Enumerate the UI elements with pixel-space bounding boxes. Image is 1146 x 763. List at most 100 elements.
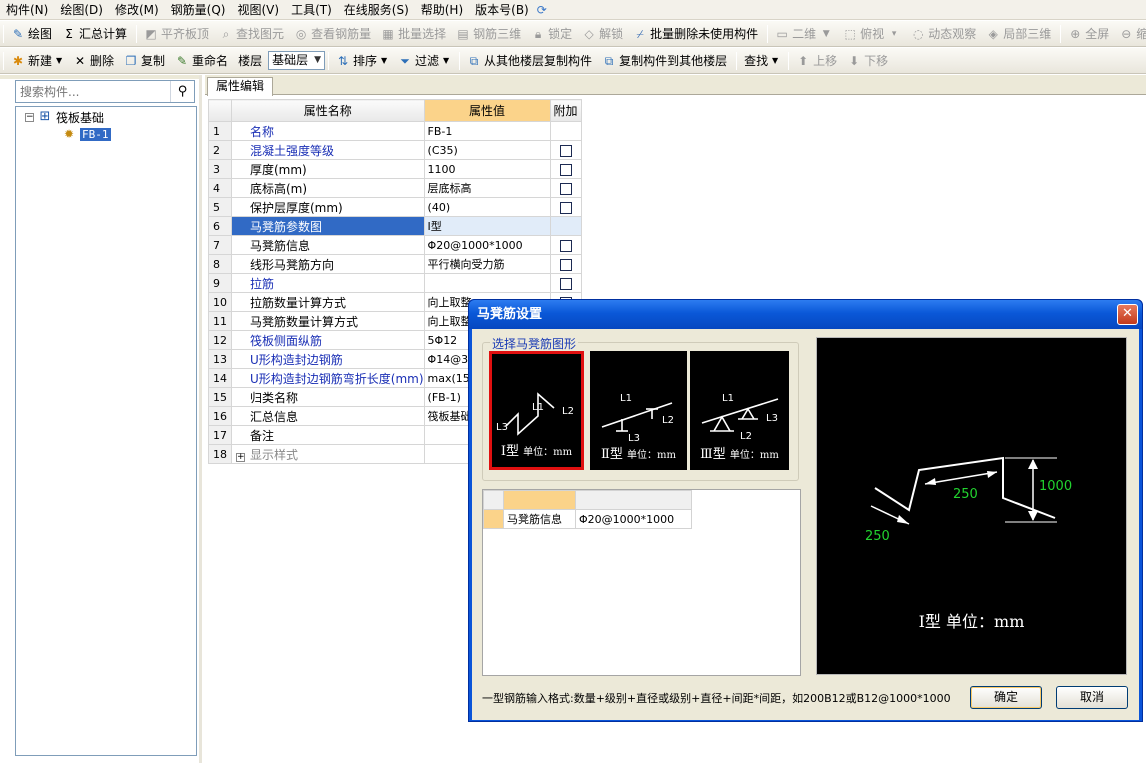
extra-checkbox[interactable]: [559, 163, 572, 176]
menu-version[interactable]: 版本号(B): [469, 0, 535, 19]
menu-view[interactable]: 视图(V): [231, 0, 285, 19]
unlock-label: 解锁: [599, 27, 624, 41]
fullscreen-button[interactable]: ⊕ 全屏: [1064, 23, 1113, 45]
menu-help[interactable]: 帮助(H): [415, 0, 469, 19]
unlock-button[interactable]: ◇ 解锁: [578, 23, 627, 45]
collapse-icon[interactable]: −: [25, 112, 34, 122]
unlock-icon: ◇: [584, 26, 594, 41]
rename-button[interactable]: ✎ 重命名: [171, 50, 232, 72]
dim-arrow-top: [924, 471, 998, 485]
menu-online-service[interactable]: 在线服务(S): [338, 0, 415, 19]
view-mode-select[interactable]: ▭ 二维 ▼: [771, 23, 837, 45]
floor-select[interactable]: 基础层 ▼: [268, 51, 326, 70]
table-row[interactable]: 马凳筋信息 Φ20@1000*1000: [483, 509, 692, 529]
move-up-button[interactable]: ⬆ 上移: [792, 50, 841, 72]
copy-from-floor-button[interactable]: ⧉ 从其他楼层复制构件: [463, 50, 596, 72]
pencil-icon: ✎: [12, 26, 24, 41]
arrow-down-icon: ⬇: [849, 53, 860, 68]
draw-button[interactable]: ✎ 绘图: [7, 23, 56, 45]
shape-option-type2[interactable]: L1 L2 L3 Ⅱ型 单位：mm: [590, 351, 687, 470]
grid-header-value: 属性值: [423, 99, 551, 122]
label-l3: L3: [496, 422, 508, 433]
view-rebar-button[interactable]: ◎ 查看钢筋量: [290, 23, 375, 45]
table-row[interactable]: 7 马凳筋信息 Φ20@1000*1000: [208, 235, 582, 255]
type3-shape-diagram: L1 L2 L3: [701, 393, 779, 441]
delete-button[interactable]: ✕ 删除: [69, 50, 118, 72]
move-down-button[interactable]: ⬇ 下移: [843, 50, 892, 72]
property-value[interactable]: [423, 273, 551, 293]
grid-header-row: 属性名称 属性值 附加: [208, 99, 582, 122]
tree-node-raft[interactable]: − ⊞ 筏板基础: [25, 109, 104, 125]
search-input[interactable]: [16, 81, 170, 102]
lock-icon: 🔒︎: [534, 26, 542, 41]
extra-checkbox[interactable]: [559, 201, 572, 214]
sort-button[interactable]: ⇅ 排序 ▼: [332, 50, 392, 72]
row-number: 14: [208, 368, 232, 388]
extra-checkbox[interactable]: [559, 182, 572, 195]
shape-option-type3[interactable]: L1 L2 L3 Ⅲ型 单位：mm: [690, 351, 789, 470]
chevron-down-icon: ▼: [55, 55, 63, 65]
property-value[interactable]: Φ20@1000*1000: [423, 235, 551, 255]
local-3d-button[interactable]: ◈ 局部三维: [982, 23, 1055, 45]
lock-button[interactable]: 🔒︎ 锁定: [527, 23, 576, 45]
menu-tools[interactable]: 工具(T): [285, 0, 338, 19]
extra-checkbox[interactable]: [559, 144, 572, 157]
menu-component[interactable]: 构件(N): [0, 0, 54, 19]
table-row[interactable]: 9 拉筋: [208, 273, 582, 293]
top-view-button[interactable]: ⬚ 俯视 ▾: [839, 23, 905, 45]
shape-select-group: 选择马凳筋图形 L3 L1 L2 Ⅰ型 单位：mm L1 L2 L3 Ⅱ型 单位…: [482, 335, 799, 481]
find-button[interactable]: 查找 ▼: [740, 50, 783, 72]
table-row-selected[interactable]: 6 马凳筋参数图 Ⅰ型: [208, 216, 582, 236]
property-value[interactable]: (C35): [423, 140, 551, 160]
menu-draw[interactable]: 绘图(D): [54, 0, 109, 19]
filter-button[interactable]: ⏷ 过滤 ▼: [394, 50, 454, 72]
extra-checkbox[interactable]: [559, 239, 572, 252]
tab-property-edit[interactable]: 属性编辑: [207, 77, 274, 96]
sum-calc-button[interactable]: Σ 汇总计算: [58, 23, 131, 45]
info-row-value[interactable]: Φ20@1000*1000: [575, 509, 692, 529]
extra-checkbox[interactable]: [559, 258, 572, 271]
chevron-down-icon[interactable]: ▼: [314, 52, 321, 69]
flush-top-label: 平齐板顶: [161, 27, 210, 41]
menu-modify[interactable]: 修改(M): [109, 0, 165, 19]
property-value[interactable]: 1100: [423, 159, 551, 179]
table-row[interactable]: 4 底标高(m) 层底标高: [208, 178, 582, 198]
delete-label: 删除: [90, 54, 115, 68]
table-row[interactable]: 2 混凝土强度等级 (C35): [208, 140, 582, 160]
close-icon[interactable]: ✕: [1117, 304, 1138, 325]
cancel-button[interactable]: 取消: [1056, 686, 1128, 709]
search-icon[interactable]: ⚲: [170, 81, 194, 102]
update-icon[interactable]: ⟳: [535, 3, 549, 17]
extra-checkbox[interactable]: [559, 277, 572, 290]
table-row[interactable]: 1 名称 FB-1: [208, 121, 582, 141]
dynamic-view-button[interactable]: ◌ 动态观察: [907, 23, 980, 45]
property-value[interactable]: (40): [423, 197, 551, 217]
flush-top-button[interactable]: ◩ 平齐板顶: [140, 23, 213, 45]
batch-select-button[interactable]: ▦ 批量选择: [377, 23, 450, 45]
ok-button[interactable]: 确定: [970, 686, 1042, 709]
property-value[interactable]: Ⅰ型: [423, 216, 551, 236]
zoom-button[interactable]: ⊖缩: [1115, 23, 1146, 45]
copy-button[interactable]: ❐ 复制: [120, 50, 169, 72]
dialog-titlebar[interactable]: 马凳筋设置 ✕: [469, 300, 1142, 329]
rebar-3d-button[interactable]: ▤ 钢筋三维: [452, 23, 525, 45]
batch-delete-button[interactable]: ⌿ 批量删除未使用构件: [629, 23, 762, 45]
tree-node-fb1[interactable]: ✹ FB-1: [62, 126, 111, 142]
property-value[interactable]: FB-1: [423, 121, 551, 141]
property-value[interactable]: 层底标高: [423, 178, 551, 198]
dialog-title: 马凳筋设置: [477, 307, 543, 322]
filter-label: 过滤: [415, 54, 440, 68]
copy-to-floor-button[interactable]: ⧉ 复制构件到其他楼层: [598, 50, 731, 72]
table-row[interactable]: 3 厚度(mm) 1100: [208, 159, 582, 179]
new-button[interactable]: ✱ 新建 ▼: [7, 50, 67, 72]
menu-rebar-quantity[interactable]: 钢筋量(Q): [165, 0, 232, 19]
expand-icon[interactable]: +: [236, 452, 245, 462]
chevron-down-icon: ▼: [822, 28, 830, 39]
table-row[interactable]: 8 线形马凳筋方向 平行横向受力筋: [208, 254, 582, 274]
shape-option-type1[interactable]: L3 L1 L2 Ⅰ型 单位：mm: [489, 351, 584, 470]
plane-icon: ▭: [776, 26, 788, 41]
find-element-button[interactable]: ⌕ 查找图元: [215, 23, 288, 45]
panel-top-strip: [0, 75, 199, 79]
property-value[interactable]: 平行横向受力筋: [423, 254, 551, 274]
table-row[interactable]: 5 保护层厚度(mm) (40): [208, 197, 582, 217]
